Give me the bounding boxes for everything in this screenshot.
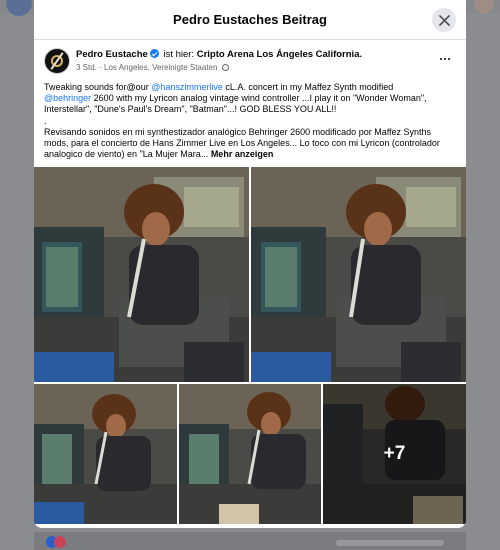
background-stats	[336, 540, 444, 546]
text-segment: Tweaking sounds for@our	[44, 82, 152, 92]
author-line: Pedro Eustache ist hier: Cripto Arena Lo…	[76, 49, 363, 60]
more-horizontal-icon	[439, 57, 443, 61]
post-meta: 3 Std. · Los Angeles, Vereinigte Staaten	[76, 63, 229, 72]
post-modal: Pedro Eustaches Beitrag Pedro Eustache i…	[34, 0, 466, 528]
text-segment: cL.A. concert in my Maffez Synth modifie…	[222, 82, 394, 92]
author-name[interactable]: Pedro Eustache	[76, 49, 148, 60]
post-place[interactable]: Los Angeles, Vereinigte Staaten	[104, 63, 217, 72]
avatar[interactable]	[44, 48, 70, 74]
close-button[interactable]	[432, 8, 456, 32]
post-text-spanish: Revisando sonidos en mi synthestizador a…	[44, 127, 456, 161]
photo-5-more[interactable]: +7	[323, 384, 466, 524]
globe-icon	[221, 64, 229, 71]
modal-title: Pedro Eustaches Beitrag	[173, 12, 327, 27]
post-header: Pedro Eustache ist hier: Cripto Arena Lo…	[34, 44, 466, 82]
see-more-link[interactable]: Mehr anzeigen	[211, 149, 274, 159]
is-here-label: ist hier:	[163, 49, 195, 60]
post-text-english: Tweaking sounds for@our @hanszimmerlive …	[44, 82, 456, 116]
photo-3[interactable]	[34, 384, 177, 524]
reactions-icon	[46, 536, 68, 548]
photo-1[interactable]	[34, 167, 249, 382]
verified-badge-icon	[149, 49, 159, 58]
modal-header: Pedro Eustaches Beitrag	[34, 0, 466, 40]
location-link[interactable]: Cripto Arena Los Ángeles California	[197, 49, 360, 60]
more-options-button[interactable]	[436, 50, 454, 68]
mention-behringer[interactable]: @behringer	[44, 93, 91, 103]
photo-grid: +7	[34, 167, 466, 524]
mention-hanszimmerlive[interactable]: @hanszimmerlive	[151, 82, 223, 92]
photo-4[interactable]	[179, 384, 321, 524]
post-text: Tweaking sounds for@our @hanszimmerlive …	[34, 82, 466, 160]
more-photos-overlay[interactable]: +7	[323, 384, 466, 524]
text-dot: .	[44, 115, 47, 126]
photo-2[interactable]	[251, 167, 466, 382]
text-segment: 2600 with my Lyricon analog vintage wind…	[44, 93, 427, 115]
close-icon	[438, 14, 450, 26]
post-time[interactable]: 3 Std.	[76, 63, 97, 72]
